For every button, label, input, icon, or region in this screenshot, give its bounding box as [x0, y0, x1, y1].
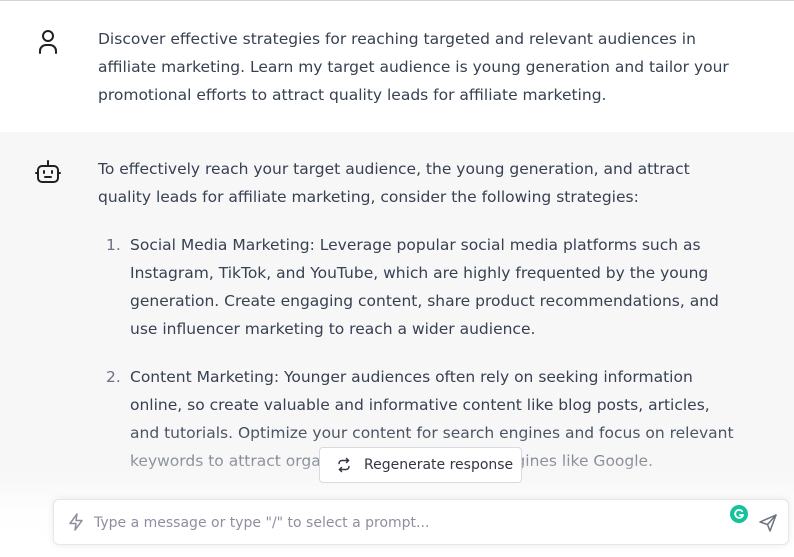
list-item-text: Social Media Marketing: Leverage popular…	[130, 236, 719, 338]
list-item-number: 1.	[106, 236, 121, 254]
assistant-intro-text: To effectively reach your target audienc…	[98, 160, 690, 206]
regenerate-response-label: Regenerate response	[364, 457, 514, 473]
regenerate-response-button[interactable]: Regenerate response	[319, 447, 522, 483]
user-message-text: Discover effective strategies for reachi…	[98, 30, 729, 104]
grammarly-icon[interactable]	[730, 505, 748, 523]
bolt-icon[interactable]	[68, 513, 84, 535]
user-icon	[34, 27, 62, 55]
message-composer	[53, 499, 789, 545]
list-item-number: 2.	[106, 368, 121, 386]
list-item: 1. Social Media Marketing: Leverage popu…	[98, 231, 743, 343]
send-icon	[759, 514, 777, 532]
user-message-row: Discover effective strategies for reachi…	[0, 1, 794, 133]
assistant-message-row: To effectively reach your target audienc…	[0, 132, 794, 557]
message-input[interactable]	[94, 512, 714, 534]
robot-icon	[34, 158, 62, 186]
send-button[interactable]	[758, 513, 778, 533]
regenerate-icon	[338, 457, 350, 473]
